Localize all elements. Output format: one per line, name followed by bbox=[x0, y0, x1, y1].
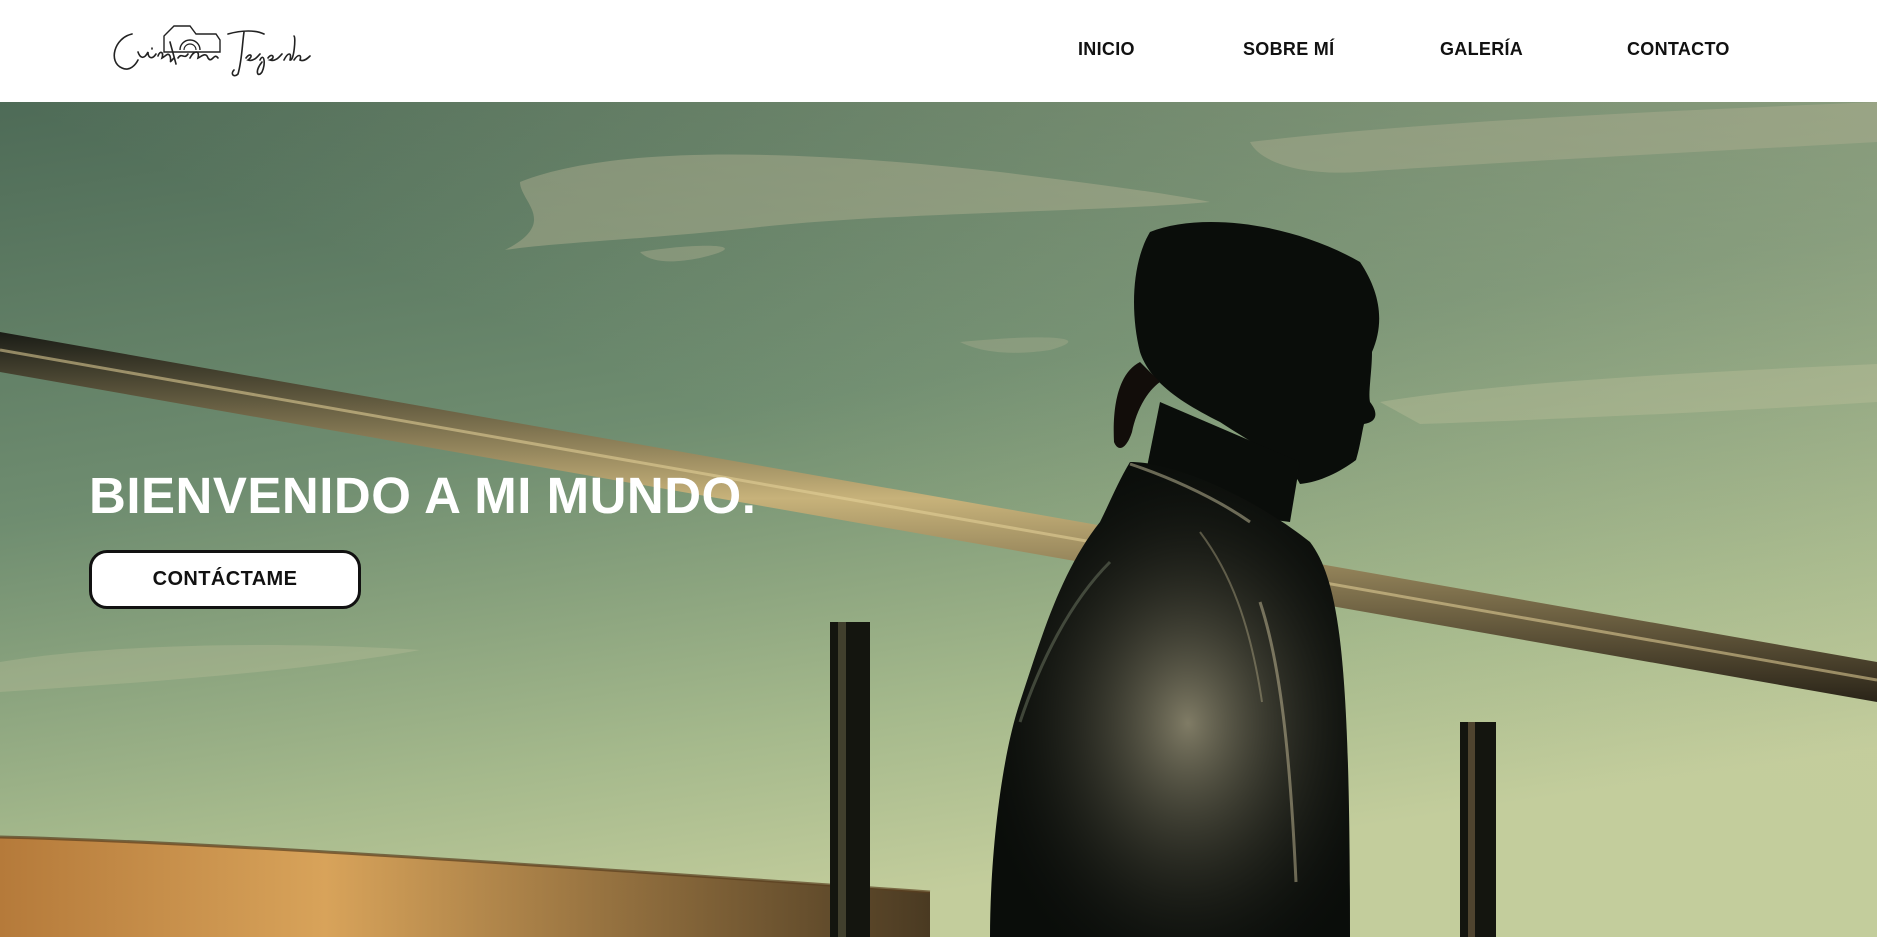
nav-item-contacto[interactable]: CONTACTO bbox=[1627, 38, 1730, 60]
contact-me-button[interactable]: CONTÁCTAME bbox=[89, 550, 361, 609]
main-nav: INICIO SOBRE MÍ GALERÍA CONTACTO bbox=[0, 0, 1877, 102]
hero-title: BIENVENIDO A MI MUNDO. bbox=[89, 467, 757, 524]
nav-item-inicio[interactable]: INICIO bbox=[1078, 38, 1135, 60]
nav-item-sobre-mi[interactable]: SOBRE MÍ bbox=[1243, 38, 1334, 60]
site-header: INICIO SOBRE MÍ GALERÍA CONTACTO bbox=[0, 0, 1877, 102]
nav-item-galeria[interactable]: GALERÍA bbox=[1440, 38, 1523, 60]
hero-section: BIENVENIDO A MI MUNDO. CONTÁCTAME bbox=[0, 102, 1877, 937]
